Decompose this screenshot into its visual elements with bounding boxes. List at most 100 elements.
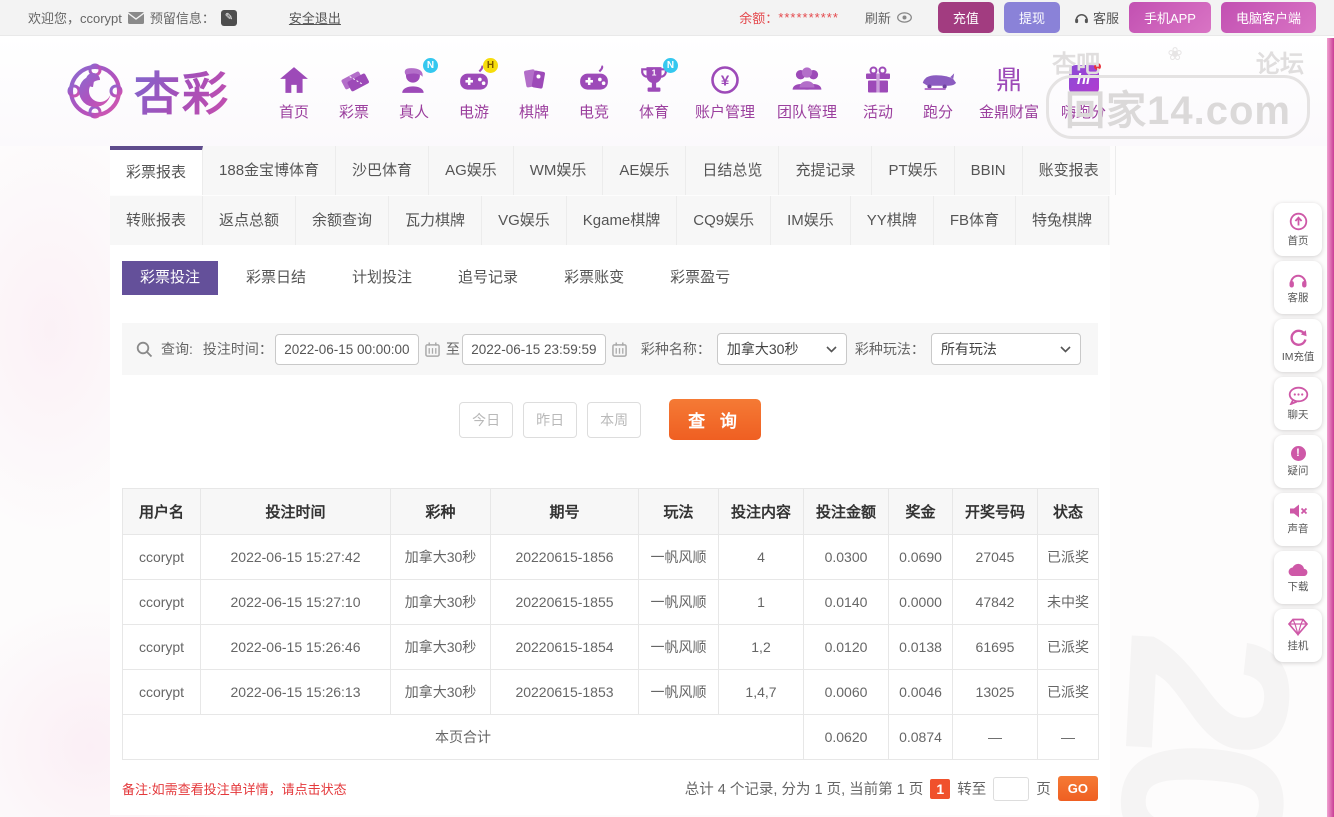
tab-ag[interactable]: AG娱乐	[429, 146, 514, 195]
tab-lottery-report[interactable]: 彩票报表	[110, 146, 203, 195]
site-logo[interactable]: 杏彩	[66, 58, 230, 124]
current-page-badge[interactable]: 1	[930, 779, 950, 799]
nav-item-egames[interactable]: H 电游	[444, 61, 504, 122]
sidebar-item-sound[interactable]: 声音	[1274, 493, 1322, 546]
nav-item-esports[interactable]: 电竞	[564, 61, 624, 122]
this-week-button[interactable]: 本周	[587, 402, 641, 438]
query-form: 查询: 投注时间： 至 彩种名称： 加拿大30秒 彩种玩法： 所有玩法	[122, 323, 1098, 375]
tab-pt[interactable]: PT娱乐	[872, 146, 954, 195]
tab-tetu[interactable]: 特兔棋牌	[1016, 196, 1109, 245]
status-badge[interactable]: 已派奖	[1038, 535, 1099, 580]
cell-bet-amount: 0.0300	[804, 535, 889, 580]
pagination: 总计 4 个记录, 分为 1 页, 当前第 1 页 1 转至 页 GO	[685, 776, 1098, 801]
calendar-icon[interactable]	[425, 342, 440, 357]
nav-item-boardgames[interactable]: 棋牌	[504, 61, 564, 122]
refresh-balance-link[interactable]: 刷新	[865, 8, 891, 27]
time-to-input[interactable]	[462, 334, 606, 365]
subtab-chase-records[interactable]: 追号记录	[440, 261, 536, 295]
status-badge[interactable]: 未中奖	[1038, 580, 1099, 625]
sidebar-item-service[interactable]: 客服	[1274, 261, 1322, 314]
tab-account-change[interactable]: 账变报表	[1023, 146, 1116, 195]
subtab-lottery-account-change[interactable]: 彩票账变	[546, 261, 642, 295]
go-button[interactable]: GO	[1058, 776, 1098, 801]
calendar-icon[interactable]	[612, 342, 627, 357]
sidebar-item-autoplay[interactable]: 挂机	[1274, 609, 1322, 662]
tab-ae[interactable]: AE娱乐	[603, 146, 686, 195]
status-badge[interactable]: 已派奖	[1038, 670, 1099, 715]
mobile-app-button[interactable]: 手机APP	[1129, 2, 1211, 33]
tab-cq9[interactable]: CQ9娱乐	[677, 196, 771, 245]
cell-bet-amount: 0.0140	[804, 580, 889, 625]
tab-188-sport[interactable]: 188金宝博体育	[203, 146, 336, 195]
nav-item-paofen[interactable]: 跑分	[908, 61, 968, 122]
col-bet-amount: 投注金额	[804, 489, 889, 535]
withdraw-button[interactable]: 提现	[1004, 2, 1060, 33]
nav-item-home[interactable]: 首页	[264, 61, 324, 122]
tab-deposit-withdraw[interactable]: 充提记录	[779, 146, 872, 195]
toggle-balance-eye-icon[interactable]	[897, 12, 912, 23]
goto-page-input[interactable]	[993, 777, 1029, 801]
tab-wali[interactable]: 瓦力棋牌	[389, 196, 482, 245]
sidebar-item-chat[interactable]: 聊天	[1274, 377, 1322, 430]
today-button[interactable]: 今日	[459, 402, 513, 438]
sidebar-item-question[interactable]: ! 疑问	[1274, 435, 1322, 488]
tab-bbin[interactable]: BBIN	[955, 146, 1023, 195]
sidebar-item-home[interactable]: 首页	[1274, 203, 1322, 256]
lottery-name-value: 加拿大30秒	[727, 339, 799, 359]
table-row: ccorypt 2022-06-15 15:27:10 加拿大30秒 20220…	[123, 580, 1099, 625]
hot-badge: H	[483, 58, 498, 73]
cell-username: ccorypt	[123, 670, 201, 715]
esports-gamepad-icon	[575, 61, 613, 99]
site-watermark: 杏吧 ❀ 论坛 回家14.com	[1046, 44, 1310, 139]
recharge-button[interactable]: 充值	[938, 2, 994, 33]
nav-item-jinding[interactable]: 鼎 金鼎财富	[968, 61, 1050, 122]
lottery-subtabs: 彩票投注 彩票日结 计划投注 追号记录 彩票账变 彩票盈亏	[122, 261, 1098, 295]
nav-item-live[interactable]: N 真人	[384, 61, 444, 122]
pc-client-button[interactable]: 电脑客户端	[1221, 2, 1316, 33]
nav-item-account[interactable]: ¥ 账户管理	[684, 61, 766, 122]
subtab-lottery-profit[interactable]: 彩票盈亏	[652, 261, 748, 295]
subtab-lottery-daily[interactable]: 彩票日结	[228, 261, 324, 295]
subtab-lottery-bets[interactable]: 彩票投注	[122, 261, 218, 295]
time-from-input[interactable]	[275, 334, 419, 365]
play-type-value: 所有玩法	[941, 339, 997, 359]
logout-link[interactable]: 安全退出	[289, 8, 341, 27]
cell-bet-time: 2022-06-15 15:27:42	[201, 535, 391, 580]
subtab-plan-bets[interactable]: 计划投注	[334, 261, 430, 295]
tab-balance-query[interactable]: 余额查询	[296, 196, 389, 245]
gamepad-icon: H	[455, 61, 493, 99]
question-alert-icon: !	[1291, 446, 1306, 461]
sidebar-item-download[interactable]: 下载	[1274, 551, 1322, 604]
tab-daily-overview[interactable]: 日结总览	[686, 146, 779, 195]
tab-wm[interactable]: WM娱乐	[514, 146, 604, 195]
nav-item-lottery[interactable]: 彩票	[324, 61, 384, 122]
lottery-name-label: 彩种名称：	[641, 339, 711, 359]
totals-prize: 0.0874	[889, 715, 953, 760]
tab-fb-sport[interactable]: FB体育	[934, 196, 1016, 245]
tab-vg[interactable]: VG娱乐	[482, 196, 567, 245]
nav-item-team[interactable]: 团队管理	[766, 61, 848, 122]
play-type-select[interactable]: 所有玩法	[931, 333, 1081, 365]
cell-lottery: 加拿大30秒	[391, 580, 491, 625]
lottery-name-select[interactable]: 加拿大30秒	[717, 333, 847, 365]
message-envelope-icon[interactable]	[128, 12, 144, 24]
col-issue: 期号	[491, 489, 639, 535]
tab-transfer-report[interactable]: 转账报表	[110, 196, 203, 245]
tab-yy[interactable]: YY棋牌	[851, 196, 934, 245]
tab-kgame[interactable]: Kgame棋牌	[567, 196, 678, 245]
nav-item-activity[interactable]: 活动	[848, 61, 908, 122]
to-label: 至	[446, 339, 460, 359]
col-bet-content: 投注内容	[719, 489, 804, 535]
nav-item-sports[interactable]: 1 N 体育	[624, 61, 684, 122]
status-badge[interactable]: 已派奖	[1038, 625, 1099, 670]
tab-shaba-sport[interactable]: 沙巴体育	[336, 146, 429, 195]
report-tabs-row2: 转账报表 返点总额 余额查询 瓦力棋牌 VG娱乐 Kgame棋牌 CQ9娱乐 I…	[110, 195, 1110, 245]
tab-rebate-total[interactable]: 返点总额	[203, 196, 296, 245]
cell-bet-content: 1,2	[719, 625, 804, 670]
query-submit-button[interactable]: 查 询	[669, 399, 761, 440]
yesterday-button[interactable]: 昨日	[523, 402, 577, 438]
sidebar-item-im-recharge[interactable]: IM充值	[1274, 319, 1322, 372]
tab-im[interactable]: IM娱乐	[771, 196, 851, 245]
edit-reserved-icon[interactable]: ✎	[221, 10, 237, 26]
customer-service-link[interactable]: 客服	[1074, 8, 1119, 27]
